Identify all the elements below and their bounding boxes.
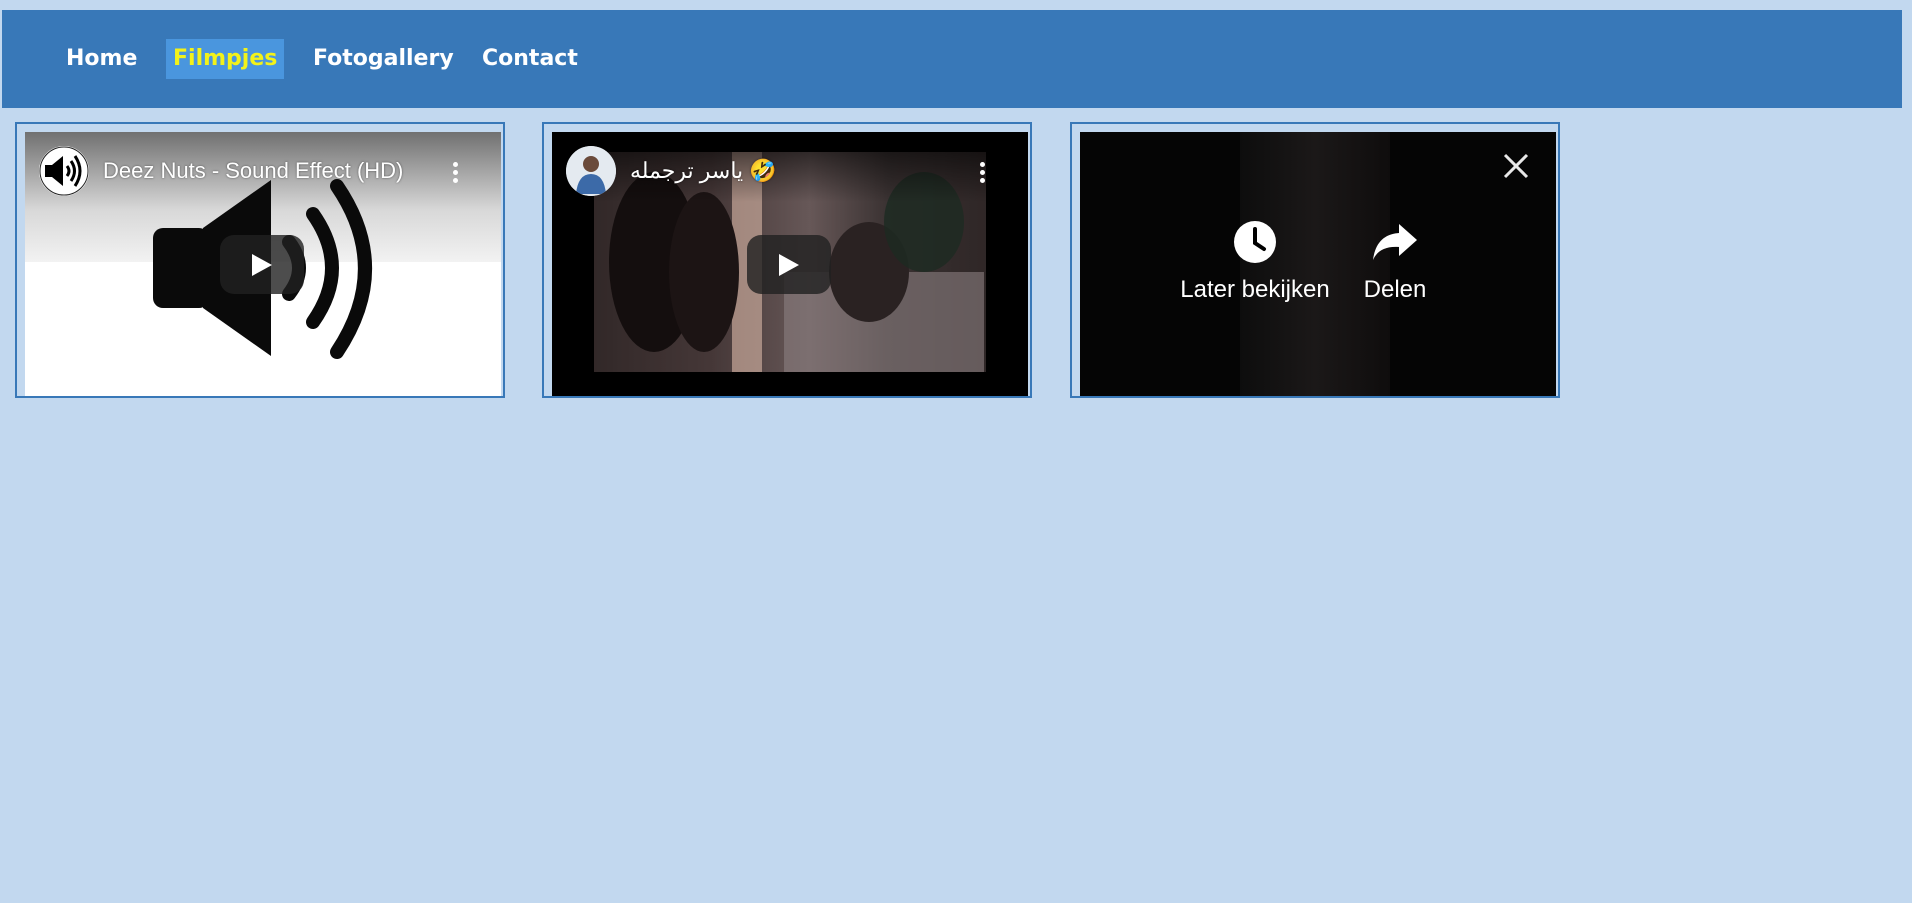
navbar: Home Filmpjes Fotogallery Contact [2, 10, 1902, 108]
watch-later-button[interactable]: Later bekijken [1170, 220, 1340, 304]
more-options-icon[interactable] [453, 162, 459, 186]
video-title[interactable]: Deez Nuts - Sound Effect (HD) [103, 158, 403, 184]
play-button[interactable] [220, 235, 304, 294]
nav-fotogallery[interactable]: Fotogallery [306, 39, 461, 79]
video-card-2: ياسر ترجمله 🤣 [542, 122, 1032, 398]
video-card-3: Later bekijken Delen [1070, 122, 1560, 398]
video-title[interactable]: ياسر ترجمله 🤣 [630, 158, 777, 184]
speaker-icon [39, 146, 89, 196]
close-icon[interactable] [1502, 152, 1530, 180]
nav-home[interactable]: Home [59, 39, 144, 79]
person-avatar [566, 146, 616, 196]
channel-avatar[interactable] [39, 146, 89, 196]
share-label: Delen [1363, 276, 1427, 303]
youtube-player-3[interactable]: Later bekijken Delen [1080, 132, 1556, 396]
play-icon [779, 254, 799, 276]
play-icon [252, 254, 272, 276]
more-options-icon[interactable] [980, 162, 986, 186]
play-button[interactable] [747, 235, 831, 294]
nav-filmpjes[interactable]: Filmpjes [166, 39, 285, 79]
share-button[interactable]: Delen [1320, 220, 1470, 304]
nav-contact[interactable]: Contact [475, 39, 585, 79]
youtube-player-1[interactable]: Deez Nuts - Sound Effect (HD) [25, 132, 501, 396]
share-arrow-icon [1373, 224, 1417, 260]
channel-avatar[interactable] [566, 146, 616, 196]
youtube-player-2[interactable]: ياسر ترجمله 🤣 [552, 132, 1028, 396]
title-gradient [552, 132, 1028, 202]
video-card-1: Deez Nuts - Sound Effect (HD) [15, 122, 505, 398]
clock-icon [1234, 221, 1276, 263]
watch-later-label: Later bekijken [1180, 276, 1330, 303]
